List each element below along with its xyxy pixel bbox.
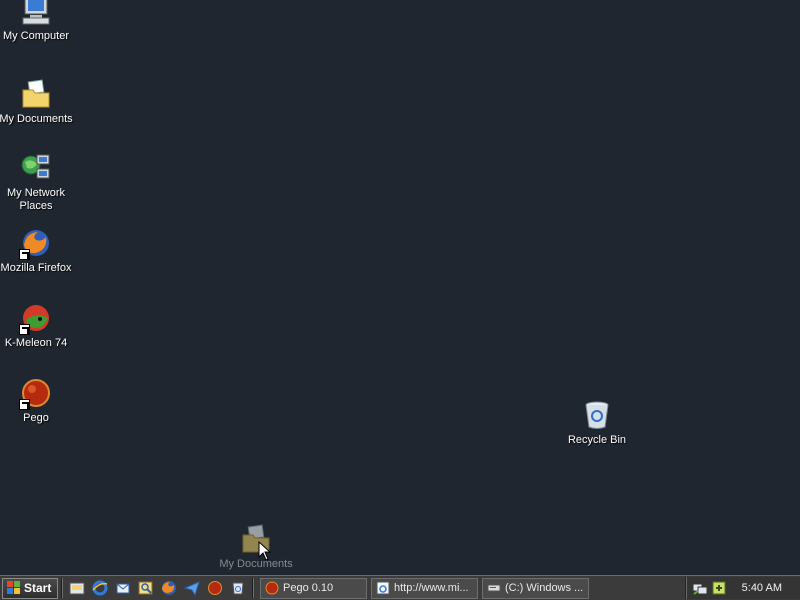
internet-explorer-icon[interactable] [91,579,109,597]
icon-label: K-Meleon 74 [4,337,68,349]
quick-launch [66,579,249,597]
show-desktop-icon[interactable] [68,579,86,597]
shortcut-arrow-icon [19,399,30,410]
network-tray-icon[interactable] [692,580,708,596]
clock[interactable]: 5:40 AM [742,582,782,594]
taskbar-button-browser[interactable]: http://www.mi... [371,577,478,599]
taskbar: Start Pego 0.10 http://www.mi... (C:) Wi… [0,575,800,600]
firefox-icon [19,226,53,260]
k-meleon-icon [19,301,53,335]
task-label: http://www.mi... [394,582,469,594]
my-documents-icon [19,77,53,111]
desktop-icon-pego[interactable]: Pego [0,376,74,425]
icon-label: My Documents [0,113,73,125]
desktop-icon-firefox[interactable]: Mozilla Firefox [0,226,74,275]
desktop-icon-k-meleon[interactable]: K-Meleon 74 [0,301,74,350]
outlook-icon[interactable] [114,579,132,597]
desktop-icon-my-computer[interactable]: My Computer [0,0,74,43]
drag-ghost-my-documents: My Documents [218,522,294,571]
task-label: (C:) Windows ... [505,582,584,594]
taskbar-button-windows-explorer[interactable]: (C:) Windows ... [482,577,589,599]
start-button[interactable]: Start [2,577,58,599]
start-label: Start [24,581,52,595]
pego-icon [265,581,279,595]
taskbar-separator [252,578,254,598]
firefox-icon[interactable] [160,579,178,597]
icon-label: Recycle Bin [567,434,627,446]
browser-page-icon [376,581,390,595]
send-icon[interactable] [183,579,201,597]
shortcut-arrow-icon [19,324,30,335]
desktop-icon-network-places[interactable]: My Network Places [0,151,74,213]
desktop-icon-recycle-bin[interactable]: Recycle Bin [559,398,635,447]
icon-label: Pego [23,412,49,424]
icon-label: My Computer [2,30,70,42]
pego-icon[interactable] [206,579,224,597]
recycle-bin-icon [580,398,614,432]
system-tray: 5:40 AM [685,577,800,599]
windows-logo-icon [7,581,21,595]
taskbar-separator [61,578,63,598]
network-places-icon [19,151,53,185]
recycle-icon[interactable] [229,579,247,597]
taskbar-button-pego[interactable]: Pego 0.10 [260,577,367,599]
search-icon[interactable] [137,579,155,597]
icon-label: My Documents [219,558,293,570]
icon-label: Mozilla Firefox [0,262,72,274]
desktop-icon-my-documents[interactable]: My Documents [0,77,74,126]
icon-label: My Network Places [6,187,66,212]
my-computer-icon [19,0,53,28]
drive-icon [487,584,501,592]
mouse-cursor-icon [258,541,272,561]
app-tray-icon[interactable] [712,581,726,595]
pego-icon [19,376,53,410]
task-label: Pego 0.10 [283,582,334,594]
shortcut-arrow-icon [19,249,30,260]
